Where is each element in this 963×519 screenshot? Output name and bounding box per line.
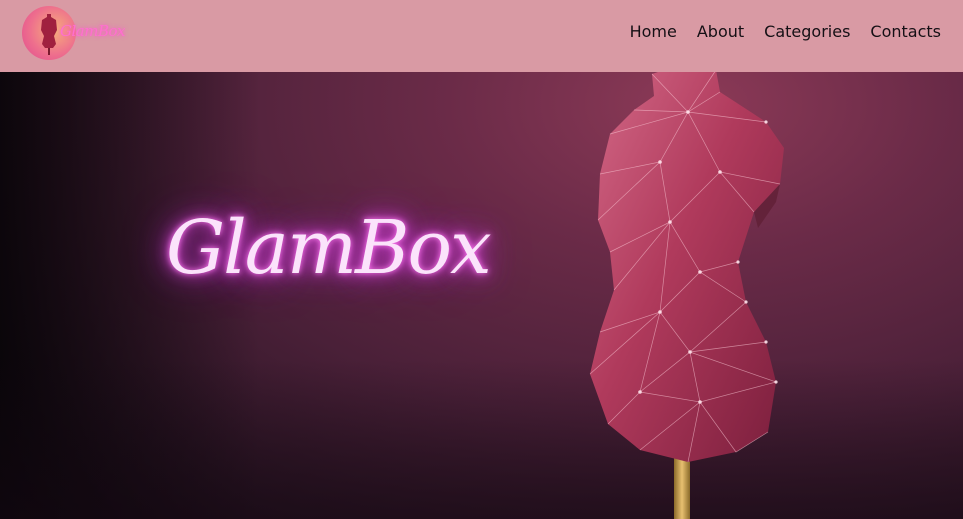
hero-page: GlamBox Home About Categories Contacts G…: [0, 0, 963, 519]
logo[interactable]: GlamBox: [22, 6, 125, 60]
logo-text: GlamBox: [60, 22, 125, 40]
main-nav: Home About Categories Contacts: [630, 22, 941, 41]
nav-contacts[interactable]: Contacts: [870, 22, 941, 41]
hero-neon-title: GlamBox: [166, 205, 492, 291]
navbar: GlamBox Home About Categories Contacts: [0, 0, 963, 72]
mannequin-icon: [41, 14, 57, 55]
mannequin-image: [589, 62, 784, 519]
nav-about[interactable]: About: [697, 22, 744, 41]
nav-categories[interactable]: Categories: [764, 22, 850, 41]
nav-home[interactable]: Home: [630, 22, 677, 41]
